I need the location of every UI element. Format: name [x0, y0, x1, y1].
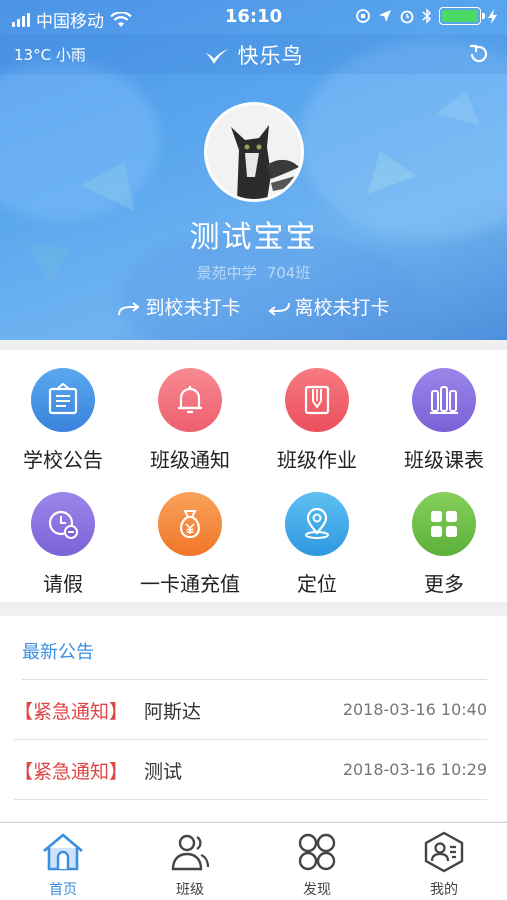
tab-label: 我的	[430, 882, 458, 898]
tab-home[interactable]: 首页	[0, 831, 126, 899]
tab-mine[interactable]: 我的	[381, 831, 507, 899]
menu-more[interactable]: 更多	[381, 492, 507, 597]
announcement-time: 2018-03-16 10:40	[342, 700, 487, 719]
announcement-time: 2018-03-16 10:29	[342, 760, 487, 779]
status-bar: 中国移动 16:10	[0, 0, 507, 34]
leave-arrow-icon	[267, 302, 290, 316]
app-title-text: 快乐鸟	[237, 44, 304, 68]
top-nav-bar: 13°C 小雨 快乐鸟	[0, 34, 507, 74]
orientation-lock-icon	[356, 9, 370, 23]
menu-label: 班级通知	[150, 448, 230, 472]
menu-label: 请假	[43, 572, 83, 596]
child-name: 测试宝宝	[189, 220, 318, 255]
app-title: 快乐鸟	[0, 40, 507, 70]
menu-location[interactable]: 定位	[254, 492, 380, 597]
profile-header: 中国移动 16:10 13°C 小雨 快乐鸟 测试宝宝 景苑中学 704班 到校…	[0, 0, 507, 340]
function-menu: 学校公告 班级通知 班级作业 班级课表 请假 一卡通充值 定位 更多	[0, 350, 507, 602]
menu-label: 一卡通充值	[140, 572, 240, 596]
bottom-tab-bar: 首页 班级 发现 我的	[0, 822, 507, 900]
alarm-icon	[400, 10, 414, 24]
announcement-title: 阿斯达	[144, 701, 202, 723]
urgent-tag: 【紧急通知】	[14, 761, 129, 783]
announcement-title: 测试	[144, 761, 183, 783]
leave-status-text: 离校未打卡	[294, 297, 390, 319]
menu-label: 定位	[297, 572, 337, 596]
menu-label: 学校公告	[23, 448, 103, 472]
menu-label: 班级课表	[404, 448, 484, 472]
arrive-status-text: 到校未打卡	[145, 297, 241, 319]
refresh-icon[interactable]	[467, 42, 491, 66]
announcement-row[interactable]: 【紧急通知】 测试 2018-03-16 10:29	[14, 740, 487, 800]
class-name: 704班	[266, 264, 311, 282]
battery-icon	[439, 7, 485, 25]
menu-class-schedule[interactable]: 班级课表	[381, 368, 507, 473]
cat-photo	[207, 105, 301, 199]
announcement-heading[interactable]: 最新公告	[22, 638, 94, 664]
location-pin-icon	[285, 492, 349, 556]
bird-logo-icon	[204, 49, 229, 64]
clock-minus-icon	[31, 492, 95, 556]
grid-more-icon	[412, 492, 476, 556]
discover-icon	[298, 833, 336, 871]
home-icon	[43, 833, 83, 871]
schedule-icon	[412, 368, 476, 432]
school-name: 景苑中学	[196, 264, 257, 282]
menu-label: 班级作业	[277, 448, 357, 472]
arrive-arrow-icon	[118, 301, 141, 315]
menu-label: 更多	[424, 572, 464, 596]
location-arrow-icon	[379, 10, 391, 22]
menu-class-homework[interactable]: 班级作业	[254, 368, 380, 473]
bulletin-board-icon	[31, 368, 95, 432]
attendance-status: 到校未打卡 离校未打卡	[0, 293, 507, 320]
avatar[interactable]	[204, 102, 304, 202]
school-info: 景苑中学 704班	[0, 262, 507, 283]
leave-status: 离校未打卡	[267, 293, 390, 320]
tab-label: 班级	[176, 882, 204, 898]
class-people-icon	[171, 834, 210, 871]
money-bag-icon	[158, 492, 222, 556]
announcement-section: 最新公告 【紧急通知】 阿斯达 2018-03-16 10:40 【紧急通知】 …	[0, 616, 507, 821]
menu-card-recharge[interactable]: 一卡通充值	[127, 492, 253, 597]
charging-icon	[488, 8, 497, 24]
menu-school-bulletin[interactable]: 学校公告	[0, 368, 126, 473]
tab-label: 首页	[49, 882, 77, 898]
tab-label: 发现	[303, 882, 331, 898]
profile-icon	[424, 831, 464, 873]
menu-class-notice[interactable]: 班级通知	[127, 368, 253, 473]
urgent-tag: 【紧急通知】	[14, 701, 129, 723]
menu-leave-request[interactable]: 请假	[0, 492, 126, 597]
announcement-row[interactable]: 【紧急通知】 阿斯达 2018-03-16 10:40	[14, 680, 487, 740]
bell-icon	[158, 368, 222, 432]
tab-discover[interactable]: 发现	[254, 831, 380, 899]
pencil-book-icon	[285, 368, 349, 432]
bluetooth-icon	[422, 8, 432, 24]
arrive-status: 到校未打卡	[117, 293, 240, 320]
tab-class[interactable]: 班级	[127, 831, 253, 899]
